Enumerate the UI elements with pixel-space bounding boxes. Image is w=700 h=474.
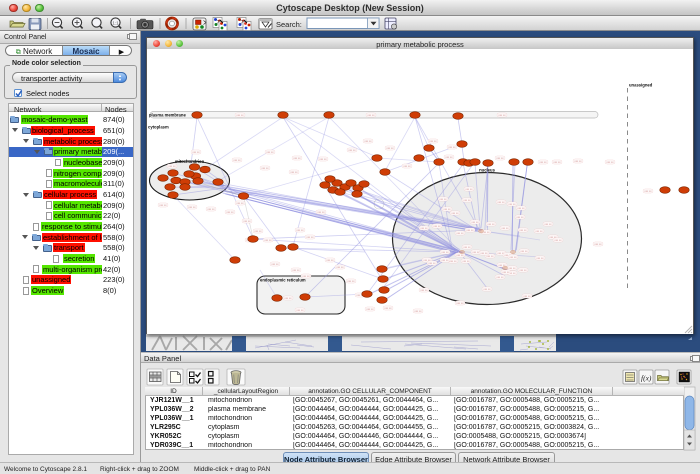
svg-text:xxx xx: xxx xx: [448, 146, 456, 149]
svg-text:xxx xx: xxx xx: [463, 246, 471, 249]
svg-text:xxx xx: xxx xx: [497, 201, 505, 204]
svg-text:xxx xx: xxx xx: [261, 167, 269, 170]
svg-text:xxx xx: xxx xx: [519, 229, 527, 232]
svg-text:xxx xx: xxx xx: [644, 190, 652, 193]
svg-text:xxx xx: xxx xx: [284, 297, 292, 300]
svg-text:xxx xx: xxx xx: [471, 221, 479, 224]
svg-text:xxx xx: xxx xx: [236, 202, 244, 205]
svg-text:xxx xx: xxx xx: [264, 239, 272, 242]
svg-text:xxx xx: xxx xx: [449, 260, 457, 263]
svg-text:endoplasmic reticulum: endoplasmic reticulum: [260, 278, 306, 283]
svg-text:unassigned: unassigned: [629, 83, 653, 88]
svg-text:xxx xx: xxx xx: [428, 262, 436, 265]
svg-text:nucleus: nucleus: [479, 168, 495, 173]
svg-text:xxx xx: xxx xx: [516, 216, 524, 219]
svg-text:1:1: 1:1: [112, 20, 119, 25]
svg-text:xxx xx: xxx xx: [554, 239, 562, 242]
svg-text:xxx xx: xxx xx: [420, 289, 428, 292]
svg-text:xxx xx: xxx xx: [441, 259, 449, 262]
svg-text:xxx xx: xxx xx: [520, 250, 528, 253]
svg-text:xxx xx: xxx xx: [192, 151, 200, 154]
svg-text:xxx xx: xxx xx: [501, 227, 509, 230]
svg-text:xxx xx: xxx xx: [456, 232, 464, 235]
svg-text:xxx xx: xxx xx: [254, 230, 262, 233]
svg-text:xxx xx: xxx xx: [606, 161, 614, 164]
svg-text:xxx xx: xxx xx: [414, 310, 422, 313]
svg-text:xxx xx: xxx xx: [319, 158, 327, 161]
svg-text:xxx xx: xxx xx: [496, 276, 504, 279]
svg-text:mitochondrion: mitochondrion: [175, 159, 205, 164]
svg-text:xxx xx: xxx xx: [465, 188, 473, 191]
svg-text:xxx xx: xxx xx: [384, 307, 392, 310]
svg-text:cytoplasm: cytoplasm: [148, 125, 169, 130]
svg-text:xxx xx: xxx xx: [517, 207, 525, 210]
svg-text:xxx xx: xxx xx: [443, 208, 451, 211]
svg-text:xxx xx: xxx xx: [439, 198, 447, 201]
svg-text:xxx xx: xxx xx: [502, 271, 510, 274]
svg-text:xxx xx: xxx xx: [445, 156, 453, 159]
svg-text:xxx xx: xxx xx: [292, 269, 300, 272]
svg-text:xxx xx: xxx xx: [462, 260, 470, 263]
svg-text:xxx xx: xxx xx: [456, 254, 464, 257]
svg-text:xxx xx: xxx xx: [403, 165, 411, 168]
svg-text:xxx xx: xxx xx: [451, 212, 459, 215]
svg-text:xxx xx: xxx xx: [509, 256, 517, 259]
svg-text:xxx xx: xxx xx: [159, 204, 167, 207]
svg-text:xxx xx: xxx xx: [364, 140, 372, 143]
svg-text:xxx xx: xxx xx: [168, 165, 176, 168]
svg-text:xxx xx: xxx xx: [508, 203, 516, 206]
svg-text:xxx xx: xxx xx: [348, 149, 356, 152]
svg-text:xxx xx: xxx xx: [290, 171, 298, 174]
svg-text:xxx xx: xxx xx: [429, 140, 437, 143]
svg-text:xxx xx: xxx xx: [498, 114, 506, 117]
svg-text:xxx xx: xxx xx: [306, 236, 314, 239]
svg-text:xxx xx: xxx xx: [347, 280, 355, 283]
svg-text:xxx xx: xxx xx: [367, 114, 375, 117]
svg-text:xxx xx: xxx xx: [317, 211, 325, 214]
svg-text:xxx xx: xxx xx: [574, 160, 582, 163]
svg-text:xxx xx: xxx xx: [487, 223, 495, 226]
svg-text:xxx xx: xxx xx: [463, 199, 471, 202]
svg-text:xxx xx: xxx xx: [296, 229, 304, 232]
svg-text:xxx xx: xxx xx: [296, 309, 304, 312]
svg-text:xxx xx: xxx xx: [233, 159, 241, 162]
svg-text:xxx xx: xxx xx: [236, 114, 244, 117]
svg-text:xxx xx: xxx xx: [326, 259, 334, 262]
svg-text:xxx xx: xxx xx: [366, 308, 374, 311]
svg-text:xxx xx: xxx xx: [508, 267, 516, 270]
svg-text:xxx xx: xxx xx: [536, 257, 544, 260]
svg-text:xxx xx: xxx xx: [594, 243, 602, 246]
svg-text:xxx xx: xxx xx: [544, 223, 552, 226]
svg-text:xxx xx: xxx xx: [523, 295, 531, 298]
svg-text:xxx xx: xxx xx: [480, 252, 488, 255]
svg-text:xxx xx: xxx xx: [456, 302, 464, 305]
svg-text:xxx xx: xxx xx: [483, 288, 491, 291]
svg-text:xxx xx: xxx xx: [207, 208, 215, 211]
svg-text:xxx xx: xxx xx: [243, 220, 251, 223]
svg-text:xxx xx: xxx xx: [266, 151, 274, 154]
svg-text:xxx xx: xxx xx: [539, 161, 547, 164]
svg-text:xxx xx: xxx xx: [420, 227, 428, 230]
svg-text:xxx xx: xxx xx: [188, 206, 196, 209]
svg-text:xxx xx: xxx xx: [293, 157, 301, 160]
svg-text:xxx xx: xxx xx: [486, 255, 494, 258]
svg-text:f(x): f(x): [641, 374, 652, 383]
svg-text:xxx xx: xxx xx: [535, 230, 543, 233]
svg-text:xxx xx: xxx xx: [553, 161, 561, 164]
svg-text:plasma membrane: plasma membrane: [149, 112, 186, 117]
svg-text:xxx xx: xxx xx: [441, 251, 449, 254]
svg-text:xxx xx: xxx xx: [226, 211, 234, 214]
svg-text:xxx xx: xxx xx: [433, 225, 441, 228]
svg-text:xxx xx: xxx xx: [496, 157, 504, 160]
svg-text:xxx xx: xxx xx: [271, 263, 279, 266]
svg-text:xxx xx: xxx xx: [386, 147, 394, 150]
svg-text:xxx xx: xxx xx: [336, 266, 344, 269]
svg-text:xxx xx: xxx xx: [466, 229, 474, 232]
svg-text:xxx xx: xxx xx: [519, 269, 527, 272]
